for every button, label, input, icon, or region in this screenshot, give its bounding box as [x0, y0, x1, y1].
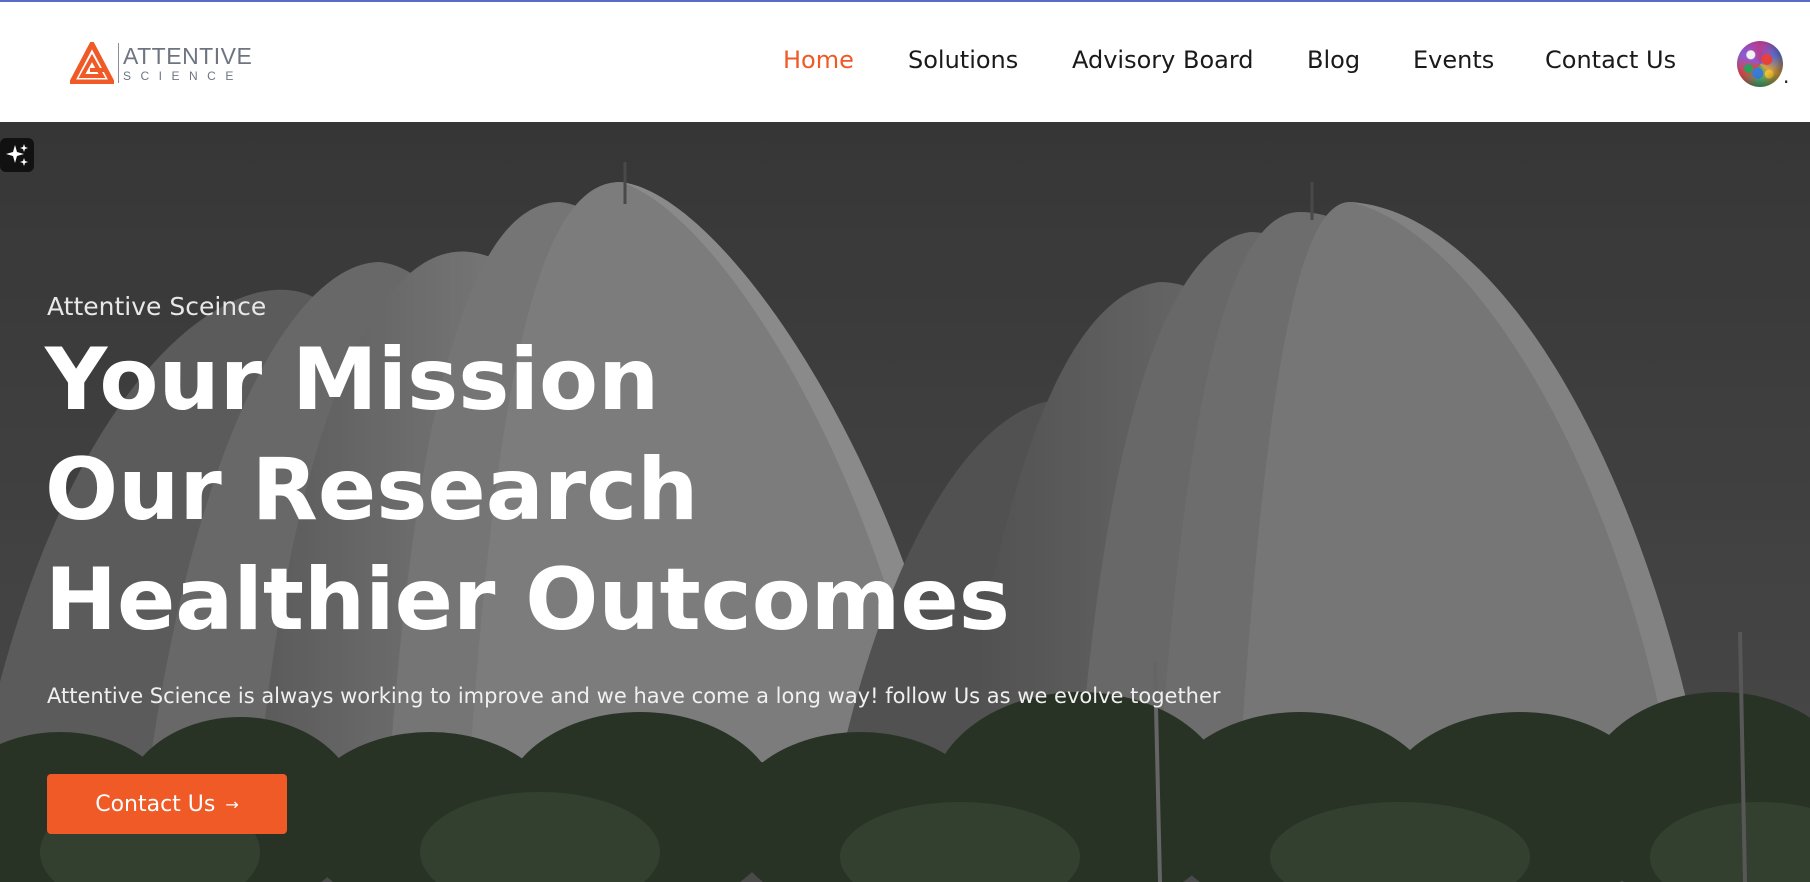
nav-solutions[interactable]: Solutions	[908, 46, 1018, 80]
logo-divider	[118, 43, 119, 83]
logo-name-bottom: SCIENCE	[123, 68, 243, 83]
hero-eyebrow: Attentive Sceince	[47, 292, 267, 321]
logo-text: ATTENTIVE SCIENCE	[123, 42, 253, 83]
arrow-right-icon: →	[225, 794, 239, 814]
logo-name-top: ATTENTIVE	[123, 42, 253, 69]
contact-us-button[interactable]: Contact Us →	[47, 774, 287, 834]
nav-home[interactable]: Home	[783, 46, 854, 80]
logo-mark-icon	[70, 42, 114, 84]
hero-headline-line-2: Our Research	[45, 440, 699, 540]
contact-us-button-label: Contact Us	[95, 791, 216, 817]
nav-events[interactable]: Events	[1413, 46, 1494, 80]
hero-subtext: Attentive Science is always working to i…	[47, 684, 1221, 708]
globe-icon[interactable]	[1737, 41, 1783, 87]
sparkle-icon[interactable]	[0, 138, 34, 172]
nav-contact-us[interactable]: Contact Us	[1545, 46, 1676, 80]
language-suffix: .	[1783, 64, 1790, 88]
nav-blog[interactable]: Blog	[1307, 46, 1360, 80]
brand-logo[interactable]: ATTENTIVE SCIENCE	[70, 42, 252, 84]
site-header: ATTENTIVE SCIENCE Home Solutions Advisor…	[0, 2, 1810, 122]
hero-headline-line-1: Your Mission	[45, 330, 660, 430]
nav-advisory-board[interactable]: Advisory Board	[1072, 46, 1254, 80]
hero-headline-line-3: Healthier Outcomes	[45, 550, 1010, 650]
hero-section: Attentive Sceince Your Mission Our Resea…	[0, 122, 1810, 882]
